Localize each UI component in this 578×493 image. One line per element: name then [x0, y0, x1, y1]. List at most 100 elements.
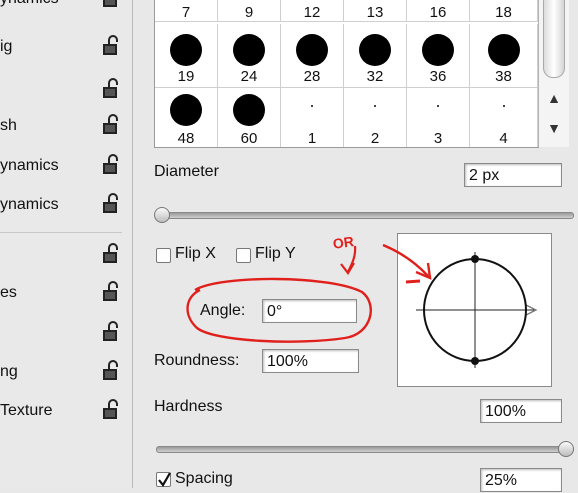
sidebar-item[interactable]: sh [0, 109, 132, 143]
brush-preset[interactable]: 32 [344, 24, 407, 88]
brush-preset[interactable]: 60 [218, 88, 281, 147]
roundness-field[interactable]: 100% [262, 349, 359, 373]
brush-preset[interactable]: 9 [218, 0, 281, 22]
brush-options-sidebar: ynamics ig sh ynamics ynamics es ng Text… [0, 0, 133, 488]
angle-field[interactable]: 0° [262, 299, 357, 323]
brush-preset[interactable]: 19 [155, 24, 218, 88]
brush-size-label: 1 [307, 130, 317, 147]
brush-grid-scrollbar[interactable]: ▲ ▼ [538, 0, 569, 147]
roundness-label: Roundness: [154, 352, 240, 369]
flip-y-checkbox[interactable] [236, 248, 251, 263]
lock-icon[interactable] [100, 281, 122, 303]
brush-tip-preview [233, 94, 265, 126]
brush-size-label: 7 [181, 4, 191, 21]
brush-preset[interactable]: 2 [344, 88, 407, 147]
or-annotation-text: OR [332, 233, 355, 252]
flip-x-checkbox[interactable] [156, 248, 171, 263]
brush-preset-grid: 7 9 12 13 16 18 19 24 28 32 36 38 48 60 … [154, 0, 539, 148]
brush-preset[interactable]: 3 [407, 88, 470, 147]
sidebar-item-label: es [0, 284, 17, 301]
brush-tip-preview [422, 34, 454, 66]
lock-icon[interactable] [100, 0, 122, 9]
brush-preset[interactable]: 4 [470, 88, 538, 147]
brush-tip-preview [311, 105, 313, 107]
diameter-slider-track[interactable] [156, 212, 574, 219]
angle-label: Angle: [200, 302, 246, 319]
brush-preset[interactable]: 1 [281, 88, 344, 147]
brush-size-label: 28 [303, 68, 321, 85]
diameter-label: Diameter [154, 163, 219, 180]
sidebar-item[interactable]: ng [0, 355, 132, 389]
brush-tip-preview [502, 105, 505, 107]
lock-icon[interactable] [100, 114, 122, 136]
sidebar-item[interactable]: ig [0, 30, 132, 64]
spacing-field[interactable]: 25% [480, 468, 562, 492]
angle-roundness-widget[interactable] [397, 233, 552, 387]
sidebar-item[interactable] [0, 316, 132, 350]
hardness-field[interactable]: 100% [480, 399, 562, 423]
brush-tip-preview [170, 34, 202, 66]
brush-tip-preview [437, 105, 439, 107]
scroll-up-arrow-icon[interactable]: ▲ [543, 87, 565, 109]
sidebar-item[interactable] [0, 238, 132, 272]
brush-preset[interactable]: 7 [155, 0, 218, 22]
sidebar-item[interactable]: ynamics [0, 0, 132, 16]
sidebar-item[interactable]: ynamics [0, 149, 132, 183]
lock-icon[interactable] [100, 399, 122, 421]
lock-icon[interactable] [100, 154, 122, 176]
lock-icon[interactable] [100, 360, 122, 382]
brush-size-label: 4 [499, 130, 508, 147]
brush-size-label: 12 [303, 4, 321, 21]
lock-icon[interactable] [100, 321, 122, 343]
sidebar-item-label: ynamics [0, 157, 59, 174]
brush-preset[interactable]: 48 [155, 88, 218, 147]
brush-size-label: 32 [366, 68, 384, 85]
brush-size-label: 9 [244, 4, 254, 21]
brush-preset[interactable]: 18 [470, 0, 538, 22]
scroll-down-arrow-icon[interactable]: ▼ [543, 117, 565, 139]
flip-y-label: Flip Y [255, 245, 296, 262]
sidebar-item[interactable] [0, 73, 132, 107]
brush-preset[interactable]: 12 [281, 0, 344, 22]
brush-tip-preview [487, 34, 520, 66]
brush-size-label: 36 [429, 68, 447, 85]
hardness-slider-track[interactable] [156, 446, 574, 453]
brush-size-label: 16 [429, 4, 447, 21]
lock-icon[interactable] [100, 193, 122, 215]
brush-size-label: 19 [177, 68, 195, 85]
brush-preset[interactable]: 36 [407, 24, 470, 88]
brush-preset[interactable]: 38 [470, 24, 538, 88]
brush-size-label: 60 [240, 130, 258, 147]
scrollbar-thumb[interactable] [543, 0, 565, 78]
brush-preset[interactable]: 16 [407, 0, 470, 22]
flip-x-label: Flip X [175, 245, 216, 262]
brush-tip-preview [233, 34, 265, 66]
divider [0, 232, 122, 233]
brush-preset[interactable]: 28 [281, 24, 344, 88]
brush-preset[interactable]: 13 [344, 0, 407, 22]
brush-size-label: 13 [366, 4, 384, 21]
sidebar-item-label: ng [0, 363, 18, 380]
sidebar-item[interactable]: ynamics [0, 188, 132, 222]
sidebar-item-label: ynamics [0, 0, 59, 8]
brush-size-label: 24 [240, 68, 258, 85]
spacing-checkbox[interactable] [156, 472, 171, 487]
lock-icon[interactable] [100, 78, 122, 100]
brush-preset[interactable]: 24 [218, 24, 281, 88]
brush-tip-preview [296, 34, 328, 66]
sidebar-item-label: ynamics [0, 196, 59, 213]
brush-size-label: 18 [495, 4, 512, 21]
brush-tip-shape-preview [416, 252, 538, 368]
brush-size-label: 3 [433, 130, 443, 147]
diameter-slider-knob[interactable] [154, 207, 170, 223]
sidebar-item[interactable]: Texture [0, 394, 132, 428]
brush-tip-preview [170, 94, 202, 126]
lock-icon[interactable] [100, 35, 122, 57]
brush-size-label: 2 [370, 130, 380, 147]
sidebar-item-label: sh [0, 117, 17, 134]
hardness-slider-knob[interactable] [558, 441, 574, 457]
lock-icon[interactable] [100, 243, 122, 265]
diameter-field[interactable]: 2 px [464, 163, 562, 187]
brush-tip-preview [374, 105, 376, 107]
sidebar-item[interactable]: es [0, 276, 132, 310]
